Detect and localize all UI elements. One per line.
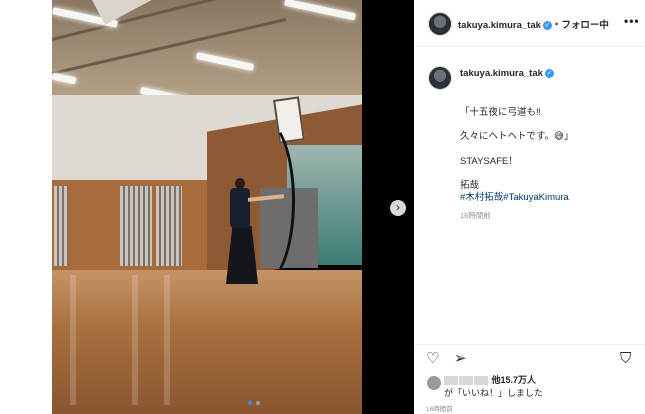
more-options-icon[interactable]: ••• xyxy=(624,14,640,28)
caption-line: 「十五夜に弓道も‼ xyxy=(460,107,541,118)
likes-count[interactable]: 他15.7万人 xyxy=(492,375,537,385)
carousel-dots xyxy=(248,401,260,405)
floor-reflection xyxy=(70,275,76,405)
action-bar: ♡ ➢ ⛉ xyxy=(414,344,645,375)
archer-head xyxy=(235,178,245,189)
floor-reflection xyxy=(164,275,170,405)
caption-username[interactable]: takuya.kimura_tak xyxy=(460,68,543,79)
caption-line: 久々にヘトヘトです。😅」 xyxy=(460,131,574,142)
likes-suffix: が「いいね！」しました xyxy=(444,388,544,398)
verified-badge-icon: ✓ xyxy=(544,68,554,78)
following-label[interactable]: ・フォロー中 xyxy=(552,20,609,31)
next-arrow-icon[interactable]: › xyxy=(390,200,406,216)
caption-user: takuya.kimura_tak ✓ xyxy=(460,68,554,79)
caption-time: 16時間前 xyxy=(460,211,491,220)
heart-icon[interactable]: ♡ xyxy=(426,351,439,367)
blurred-name xyxy=(444,376,458,386)
caption-avatar[interactable] xyxy=(428,66,452,90)
post-header: takuya.kimura_tak ✓ ・フォロー中 ••• xyxy=(414,0,645,47)
floor-reflection xyxy=(132,275,138,405)
sliding-screen xyxy=(156,186,182,266)
post-photo[interactable] xyxy=(52,0,362,414)
archer-body xyxy=(230,188,250,228)
sliding-screen xyxy=(120,186,152,266)
blurred-name xyxy=(459,376,473,386)
sliding-screen xyxy=(54,186,68,266)
verified-badge-icon: ✓ xyxy=(542,20,552,30)
instagram-post-viewer: › takuya.kimura_tak ✓ ・フォロー中 ••• takuya.ki… xyxy=(0,0,645,414)
header-user: takuya.kimura_tak ✓ ・フォロー中 xyxy=(458,17,609,31)
photo-scene xyxy=(52,0,362,414)
share-icon[interactable]: ➢ xyxy=(454,351,467,367)
wooden-floor xyxy=(52,270,362,414)
media-gutter xyxy=(362,0,414,414)
post-side-panel: takuya.kimura_tak ✓ ・フォロー中 ••• takuya.kimu… xyxy=(414,0,645,414)
caption-line: STAYSAFE！ xyxy=(460,156,518,167)
carousel-dot xyxy=(256,401,260,405)
caption-hashtags[interactable]: #木村拓哉#TakuyaKimura xyxy=(460,189,569,203)
bookmark-icon[interactable]: ⛉ xyxy=(620,351,631,367)
left-margin xyxy=(0,0,52,414)
post-time: 16時間前 xyxy=(426,406,453,413)
blurred-name xyxy=(474,376,488,386)
carousel-dot-active xyxy=(248,401,252,405)
header-username[interactable]: takuya.kimura_tak xyxy=(458,20,541,31)
avatar[interactable] xyxy=(428,12,452,36)
likes-line: 他15.7万人 xyxy=(426,373,536,386)
